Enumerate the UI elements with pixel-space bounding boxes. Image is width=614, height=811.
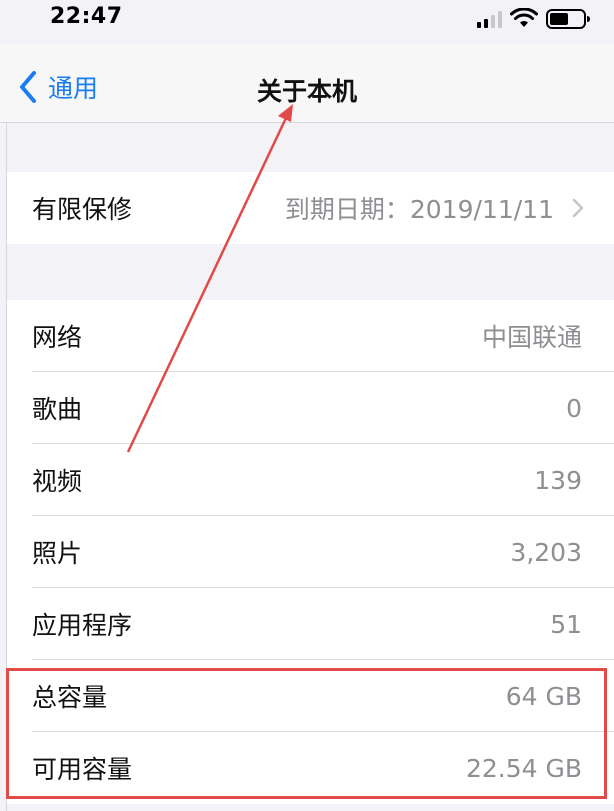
wifi-icon	[510, 8, 538, 27]
info-label: 应用程序	[32, 611, 133, 640]
warranty-row[interactable]: 有限保修 到期日期：2019/11/11	[7, 172, 614, 244]
info-label: 总容量	[32, 683, 108, 712]
info-label: 网络	[32, 323, 83, 352]
info-value: 22.54 GB	[465, 753, 582, 783]
info-group: 网络 中国联通 歌曲 0 视频 139 照片 3,203 应用程序 51 总容量…	[7, 300, 614, 804]
signal-icon	[477, 11, 502, 28]
info-row-network: 网络 中国联通	[7, 300, 614, 372]
navigation-bar: 通用 关于本机	[0, 44, 614, 123]
info-label: 歌曲	[32, 395, 83, 424]
info-value: 3,203	[510, 537, 582, 567]
warranty-label: 有限保修	[32, 195, 133, 224]
info-label: 视频	[32, 467, 83, 496]
page-title: 关于本机	[256, 77, 357, 106]
info-value: 64 GB	[505, 681, 582, 711]
info-value: 0	[566, 393, 582, 423]
info-row-songs: 歌曲 0	[7, 372, 614, 444]
info-row-capacity: 总容量 64 GB	[7, 660, 614, 732]
info-row-videos: 视频 139	[7, 444, 614, 516]
status-bar: 22:47	[0, 0, 614, 44]
chevron-right-icon	[572, 198, 584, 218]
info-row-available: 可用容量 22.54 GB	[7, 732, 614, 804]
info-row-photos: 照片 3,203	[7, 516, 614, 588]
info-value: 中国联通	[481, 323, 582, 352]
warranty-group: 有限保修 到期日期：2019/11/11	[7, 172, 614, 244]
info-label: 可用容量	[32, 755, 133, 784]
info-row-apps: 应用程序 51	[7, 588, 614, 660]
info-label: 照片	[32, 539, 83, 568]
warranty-value: 到期日期：2019/11/11	[284, 195, 554, 224]
info-value: 51	[550, 609, 582, 639]
info-value: 139	[534, 465, 582, 495]
battery-icon	[546, 9, 590, 29]
status-time: 22:47	[50, 4, 123, 29]
